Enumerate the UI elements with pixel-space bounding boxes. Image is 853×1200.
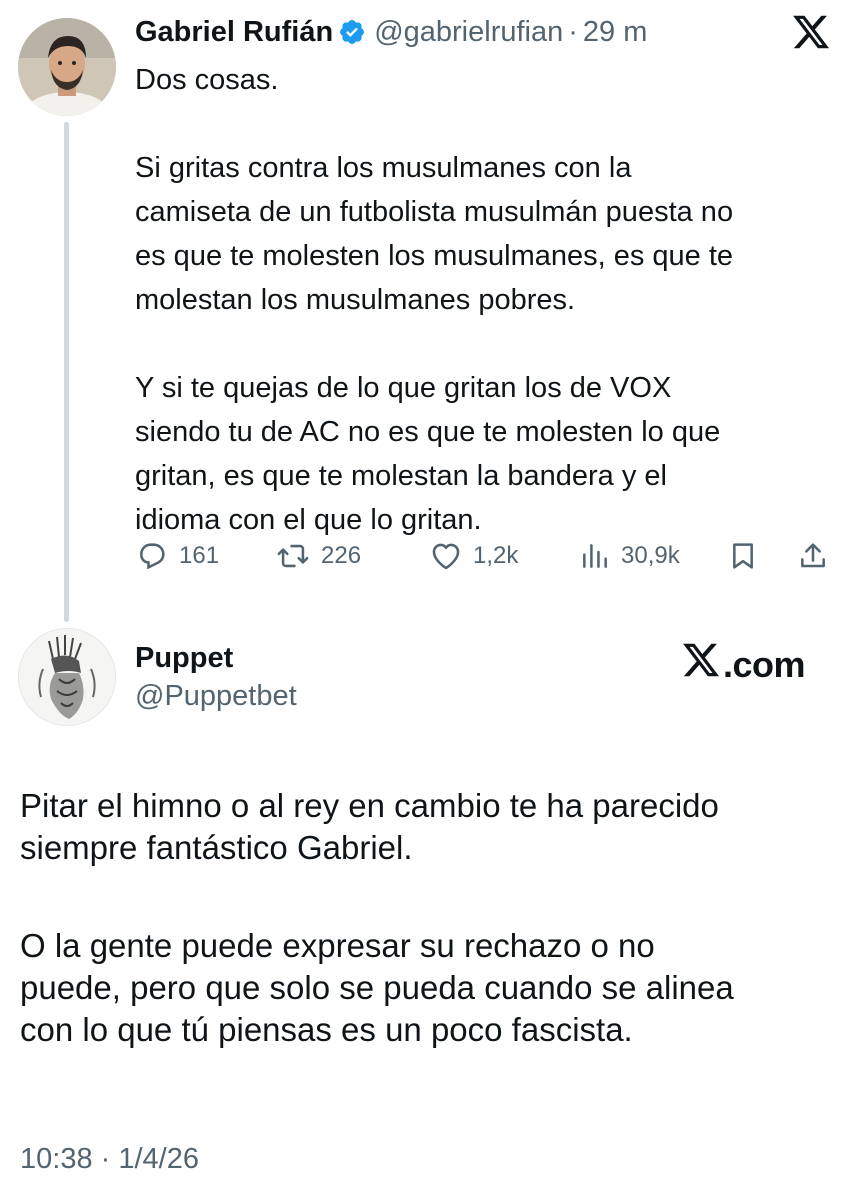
like-button[interactable]: 1,2k [429,534,518,578]
views-button[interactable]: 30,9k [579,534,680,578]
repost-count: 226 [321,542,362,569]
avatar-puppet[interactable] [18,628,116,726]
verified-badge-icon [338,18,366,46]
separator-dot: · [568,15,578,48]
reply-line: con lo que tú piensas es un poco fascist… [20,1011,633,1048]
views-count: 30,9k [621,542,680,569]
tweet-line: camiseta de un futbolista musulmán puest… [135,196,734,228]
x-com-brand: .com [681,640,806,689]
reply-timestamp[interactable]: 10:38 · 1/4/26 [20,1143,199,1176]
reply-icon [135,539,169,573]
tweet-line: siendo tu de AC no es que te molesten lo… [135,416,721,448]
heart-icon [429,539,463,573]
reply-line: puede, pero que solo se pueda cuando se … [20,969,734,1006]
tweet-line: Si gritas contra los musulmanes con la [135,152,632,184]
like-count: 1,2k [473,542,519,569]
reply-author-handle[interactable]: @Puppetbet [135,680,297,713]
tweet-line: gritan, es que te molestan la bandera y … [135,460,667,492]
tweet-actions-bar: 161 226 1,2k 30,9k [135,534,835,578]
author-name[interactable]: Gabriel Rufián [135,16,333,49]
tweet-time[interactable]: 29 m [583,16,647,49]
bookmark-button[interactable] [727,534,759,578]
reply-line: siempre fantástico Gabriel. [20,829,413,866]
share-icon [797,539,829,573]
reply-line: O la gente puede expresar su rechazo o n… [20,927,655,964]
tweet-line: Y si te quejas de lo que gritan los de V… [135,372,672,404]
tweet-paragraph: Dos cosas. [135,64,279,96]
x-logo-icon [791,12,831,52]
avatar-photo [18,18,116,116]
avatar-sketch [19,629,115,725]
main-tweet-text: Dos cosas. Si gritas contra los musulman… [135,58,835,542]
main-tweet-header: Gabriel Rufián @gabrielrufian · 29 m [135,14,647,50]
repost-icon [275,539,311,573]
share-button[interactable] [797,534,829,578]
tweet-line: es que te molesten los musulmanes, es qu… [135,240,734,272]
avatar-gabriel-rufian[interactable] [18,18,116,116]
reply-button[interactable]: 161 [135,534,219,578]
author-handle[interactable]: @gabrielrufian [374,16,563,49]
repost-button[interactable]: 226 [275,534,361,578]
reply-count: 161 [179,542,220,569]
thread-connector-line [64,122,69,622]
brand-suffix: .com [723,643,806,685]
reply-author-name[interactable]: Puppet [135,642,233,675]
reply-tweet-text: Pitar el himno o al rey en cambio te ha … [20,785,835,1051]
bookmark-icon [727,539,759,573]
x-logo-icon [681,640,723,689]
tweet-line: molestan los musulmanes pobres. [135,284,576,316]
views-icon [579,539,611,573]
reply-line: Pitar el himno o al rey en cambio te ha … [20,787,719,824]
